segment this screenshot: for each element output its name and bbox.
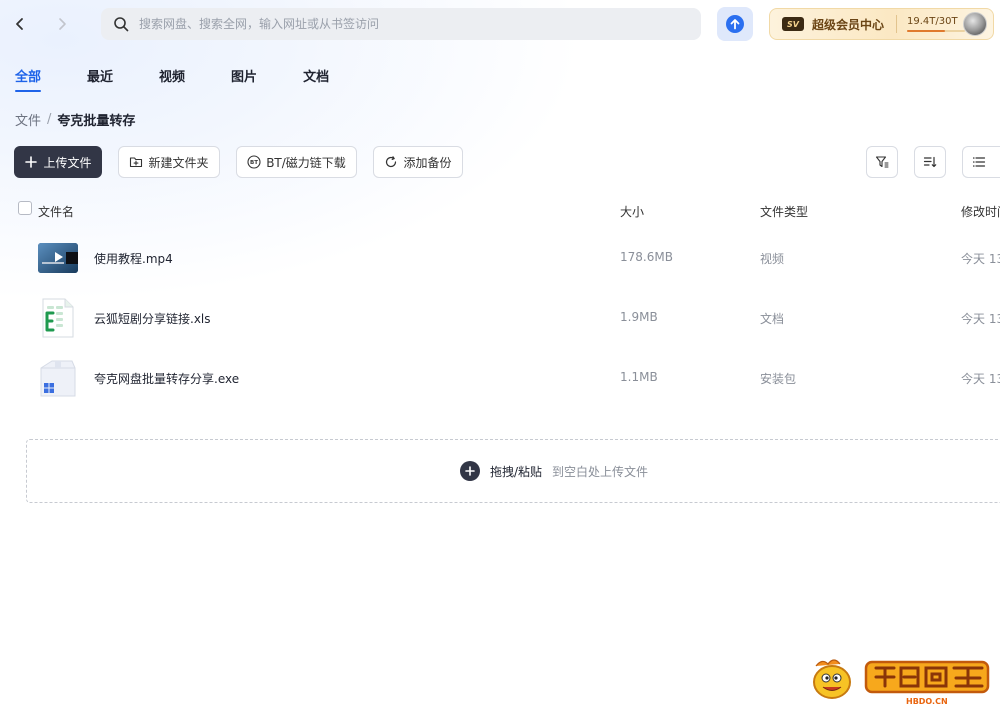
search-icon — [114, 17, 129, 32]
file-modified: 今天 13 — [961, 252, 1000, 266]
video-file-icon — [38, 243, 78, 273]
vip-badge-icon: SV — [782, 17, 804, 31]
sync-icon — [386, 156, 397, 168]
dropzone-main-text: 拖拽/粘贴 — [490, 464, 543, 479]
table-row[interactable]: 云狐短剧分享链接.xls 1.9MB 文档 今天 13 — [0, 288, 1000, 348]
list-view-button[interactable] — [962, 146, 1000, 178]
table-row[interactable]: 夸克网盘批量转存分享.exe 1.1MB 安装包 今天 13 — [0, 348, 1000, 408]
table-header: 文件名 大小 文件类型 修改时间 — [0, 198, 1000, 224]
search-input[interactable] — [139, 17, 679, 31]
file-size: 1.9MB — [620, 310, 658, 324]
forward-button[interactable] — [50, 10, 74, 38]
sort-button[interactable] — [914, 146, 946, 178]
storage-bar-fill — [907, 30, 945, 32]
tab-document[interactable]: 文档 — [303, 66, 329, 92]
filter-icon — [875, 156, 889, 168]
breadcrumb: 文件 / 夸克批量转存 — [15, 110, 135, 129]
file-name[interactable]: 使用教程.mp4 — [94, 250, 173, 267]
vip-label: 超级会员中心 — [812, 17, 885, 32]
avatar[interactable] — [963, 12, 987, 36]
column-header-name[interactable]: 文件名 — [38, 203, 74, 220]
add-backup-button[interactable]: 添加备份 — [373, 146, 463, 178]
upload-dropzone[interactable]: 拖拽/粘贴 到空白处上传文件 — [26, 439, 1000, 503]
chevron-right-icon — [59, 18, 66, 30]
category-tabs: 全部 最近 视频 图片 文档 — [15, 66, 375, 92]
search-bar[interactable] — [101, 8, 701, 40]
file-size: 178.6MB — [620, 250, 673, 264]
dropzone-sub-text: 到空白处上传文件 — [552, 464, 649, 479]
bt-magnet-download-button[interactable]: BT BT/磁力链下载 — [236, 146, 357, 178]
tab-recent[interactable]: 最近 — [87, 66, 113, 92]
storage-indicator: 19.4T/30T — [907, 16, 967, 32]
storage-text: 19.4T/30T — [907, 16, 958, 27]
file-name[interactable]: 云狐短剧分享链接.xls — [94, 310, 211, 327]
file-type: 安装包 — [760, 372, 797, 386]
column-header-modified[interactable]: 修改时间 — [961, 203, 1000, 220]
transfer-button[interactable] — [717, 7, 753, 41]
tab-all[interactable]: 全部 — [15, 66, 42, 92]
upload-file-label: 上传文件 — [43, 155, 92, 170]
file-modified: 今天 13 — [961, 312, 1000, 326]
dropzone-hint: 拖拽/粘贴 到空白处上传文件 — [460, 461, 648, 481]
watermark-site-text: HBDO.CN — [906, 697, 948, 706]
vip-divider — [896, 15, 898, 33]
plus-circle-icon — [460, 461, 480, 481]
tab-video[interactable]: 视频 — [159, 66, 185, 92]
new-folder-button[interactable]: 新建文件夹 — [118, 146, 220, 178]
exe-file-icon — [40, 360, 76, 397]
storage-bar — [907, 30, 966, 32]
vip-center-button[interactable]: SV 超级会员中心 19.4T/30T — [769, 8, 994, 40]
arrow-up-circle-icon — [726, 15, 744, 33]
bt-icon: BT — [247, 155, 261, 169]
column-header-size[interactable]: 大小 — [620, 203, 644, 220]
back-button[interactable] — [8, 10, 32, 38]
chevron-left-icon — [16, 18, 23, 30]
file-type: 文档 — [760, 312, 785, 326]
file-type: 视频 — [760, 252, 785, 266]
excel-file-icon — [42, 298, 74, 338]
upload-file-button[interactable]: 上传文件 — [14, 146, 102, 178]
file-modified: 今天 13 — [961, 372, 1000, 386]
bt-download-label: BT/磁力链下载 — [266, 155, 346, 170]
breadcrumb-current: 夸克批量转存 — [57, 114, 136, 129]
site-watermark-logo: HBDO.CN — [813, 659, 990, 706]
table-row[interactable]: 使用教程.mp4 178.6MB 视频 今天 13 — [0, 228, 1000, 288]
tab-image[interactable]: 图片 — [231, 66, 257, 92]
list-view-icon — [972, 157, 985, 167]
sort-icon — [923, 156, 937, 168]
breadcrumb-separator: / — [47, 112, 52, 127]
add-backup-label: 添加备份 — [403, 155, 452, 170]
column-header-type[interactable]: 文件类型 — [760, 203, 808, 220]
select-all-checkbox[interactable] — [18, 201, 32, 215]
new-folder-label: 新建文件夹 — [148, 155, 209, 170]
filter-button[interactable] — [866, 146, 898, 178]
breadcrumb-root[interactable]: 文件 — [15, 110, 41, 129]
svg-text:BT: BT — [250, 160, 258, 166]
file-name[interactable]: 夸克网盘批量转存分享.exe — [94, 370, 239, 387]
file-size: 1.1MB — [620, 370, 658, 384]
folder-plus-icon — [130, 157, 143, 168]
plus-icon — [25, 156, 38, 168]
